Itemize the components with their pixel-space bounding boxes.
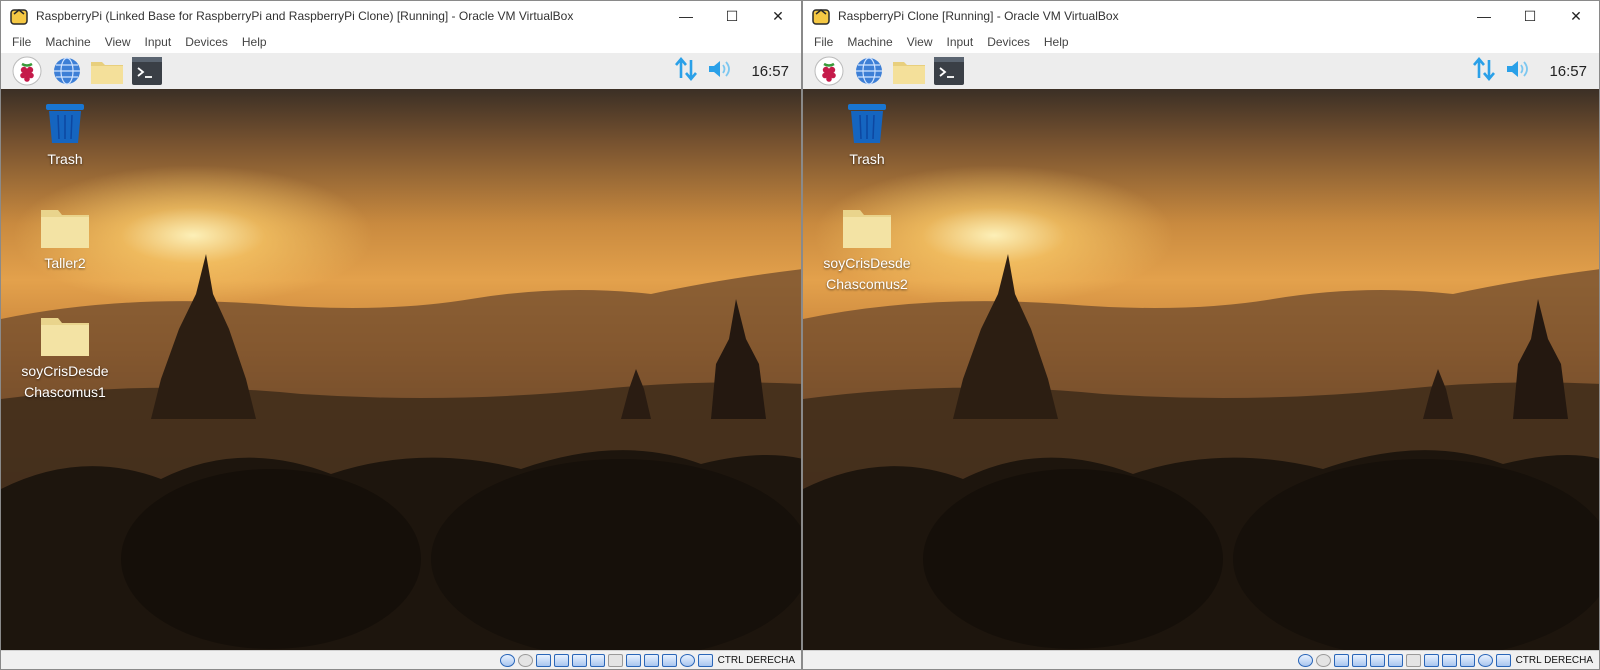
minimize-button[interactable]: —: [663, 1, 709, 31]
maximize-button[interactable]: ☐: [709, 1, 755, 31]
folder-icon: [843, 210, 891, 248]
vm-status-bar: CTRL DERECHA: [1, 650, 801, 669]
guest-desktop[interactable]: Trash soyCrisDesde Chascomus2: [803, 89, 1599, 652]
label-line-2: Chascomus2: [826, 276, 908, 292]
menu-bar: File Machine View Input Devices Help: [803, 31, 1599, 53]
virtualbox-logo-icon: [812, 9, 830, 25]
guest-additions-status-icon[interactable]: [679, 653, 695, 667]
desktop-icon-trash[interactable]: Trash: [812, 101, 922, 170]
vm-status-bar: CTRL DERECHA: [803, 650, 1599, 669]
minimize-button[interactable]: —: [1461, 1, 1507, 31]
desktop-icon-label: Trash: [47, 151, 83, 167]
menu-view[interactable]: View: [98, 35, 138, 49]
guest-taskbar: 16:57: [1, 53, 801, 89]
network-status-icon[interactable]: [1351, 653, 1367, 667]
maximize-button[interactable]: ☐: [1507, 1, 1553, 31]
menu-devices[interactable]: Devices: [178, 35, 235, 49]
menu-devices[interactable]: Devices: [980, 35, 1037, 49]
shared-folders-status-icon[interactable]: [1387, 653, 1403, 667]
trash-icon: [46, 104, 84, 143]
recording-status-icon[interactable]: [625, 653, 641, 667]
menu-help[interactable]: Help: [235, 35, 274, 49]
virtualbox-window-raspberrypi-clone: RaspberryPi Clone [Running] - Oracle VM …: [802, 0, 1600, 670]
optical-drive-status-icon[interactable]: [1315, 653, 1331, 667]
menu-help[interactable]: Help: [1037, 35, 1076, 49]
menu-input[interactable]: Input: [138, 35, 179, 49]
display-status-icon[interactable]: [1405, 653, 1421, 667]
optical-drive-status-icon[interactable]: [517, 653, 533, 667]
usb-status-icon[interactable]: [571, 653, 587, 667]
menu-input[interactable]: Input: [940, 35, 981, 49]
virtualbox-logo-icon: [10, 9, 28, 25]
raspberry-menu-icon[interactable]: [9, 55, 45, 87]
desktop-icon-label: soyCrisDesde Chascomus1: [21, 361, 108, 403]
desktop-icon-trash[interactable]: Trash: [10, 101, 120, 170]
title-bar[interactable]: RaspberryPi Clone [Running] - Oracle VM …: [803, 1, 1599, 31]
network-arrows-icon[interactable]: [1471, 56, 1497, 87]
menu-view[interactable]: View: [900, 35, 940, 49]
wallpaper-sunset-temples: [1, 254, 801, 652]
menu-machine[interactable]: Machine: [38, 35, 97, 49]
close-button[interactable]: ✕: [755, 1, 801, 31]
network-arrows-icon[interactable]: [673, 56, 699, 87]
volume-icon[interactable]: [707, 58, 733, 85]
mouse-integration-status-icon[interactable]: [643, 653, 659, 667]
volume-icon[interactable]: [1505, 58, 1531, 85]
file-manager-icon[interactable]: [89, 55, 125, 87]
folder-icon: [41, 210, 89, 248]
hard-disk-status-icon[interactable]: [499, 653, 515, 667]
host-key-label: CTRL DERECHA: [717, 654, 795, 666]
folder-icon: [41, 318, 89, 356]
desktop-icon-label: Trash: [849, 151, 885, 167]
menu-file[interactable]: File: [5, 35, 38, 49]
desktop-icon-label: soyCrisDesde Chascomus2: [823, 253, 910, 295]
menu-bar: File Machine View Input Devices Help: [1, 31, 801, 53]
cpu-status-icon[interactable]: [1459, 653, 1475, 667]
desktop-icon-soycrisdesdechascomus2[interactable]: soyCrisDesde Chascomus2: [812, 207, 922, 295]
label-line-1: soyCrisDesde: [21, 363, 109, 379]
trash-icon: [848, 104, 886, 143]
audio-status-icon[interactable]: [535, 653, 551, 667]
raspberry-menu-icon[interactable]: [811, 55, 847, 87]
terminal-icon[interactable]: [129, 55, 165, 87]
desktop-icon-taller2[interactable]: Taller2: [10, 207, 120, 274]
guest-additions-status-icon[interactable]: [1477, 653, 1493, 667]
panel-clock[interactable]: 16:57: [1549, 63, 1587, 80]
hard-disk-status-icon[interactable]: [1297, 653, 1313, 667]
host-key-label: CTRL DERECHA: [1515, 654, 1593, 666]
file-manager-icon[interactable]: [891, 55, 927, 87]
window-title: RaspberryPi Clone [Running] - Oracle VM …: [838, 9, 1119, 23]
guest-taskbar: 16:57: [803, 53, 1599, 89]
shared-folders-status-icon[interactable]: [589, 653, 605, 667]
guest-desktop[interactable]: Trash Taller2 soyCrisDesde Chascomus1: [1, 89, 801, 652]
close-button[interactable]: ✕: [1553, 1, 1599, 31]
cpu-status-icon[interactable]: [661, 653, 677, 667]
network-status-icon[interactable]: [553, 653, 569, 667]
terminal-icon[interactable]: [931, 55, 967, 87]
display-status-icon[interactable]: [607, 653, 623, 667]
label-line-2: Chascomus1: [24, 384, 106, 400]
title-bar[interactable]: RaspberryPi (Linked Base for RaspberryPi…: [1, 1, 801, 31]
usb-status-icon[interactable]: [1369, 653, 1385, 667]
desktop-icon-soycrisdesdechascomus1[interactable]: soyCrisDesde Chascomus1: [10, 315, 120, 403]
desktop-icon-label: Taller2: [44, 255, 86, 271]
web-browser-icon[interactable]: [851, 55, 887, 87]
keyboard-capture-status-icon[interactable]: [697, 653, 713, 667]
mouse-integration-status-icon[interactable]: [1441, 653, 1457, 667]
virtualbox-window-raspberrypi: RaspberryPi (Linked Base for RaspberryPi…: [0, 0, 802, 670]
label-line-1: soyCrisDesde: [823, 255, 911, 271]
wallpaper-sunset-temples: [803, 254, 1599, 652]
menu-file[interactable]: File: [807, 35, 840, 49]
panel-clock[interactable]: 16:57: [751, 63, 789, 80]
recording-status-icon[interactable]: [1423, 653, 1439, 667]
audio-status-icon[interactable]: [1333, 653, 1349, 667]
keyboard-capture-status-icon[interactable]: [1495, 653, 1511, 667]
web-browser-icon[interactable]: [49, 55, 85, 87]
menu-machine[interactable]: Machine: [840, 35, 899, 49]
window-title: RaspberryPi (Linked Base for RaspberryPi…: [36, 9, 574, 23]
